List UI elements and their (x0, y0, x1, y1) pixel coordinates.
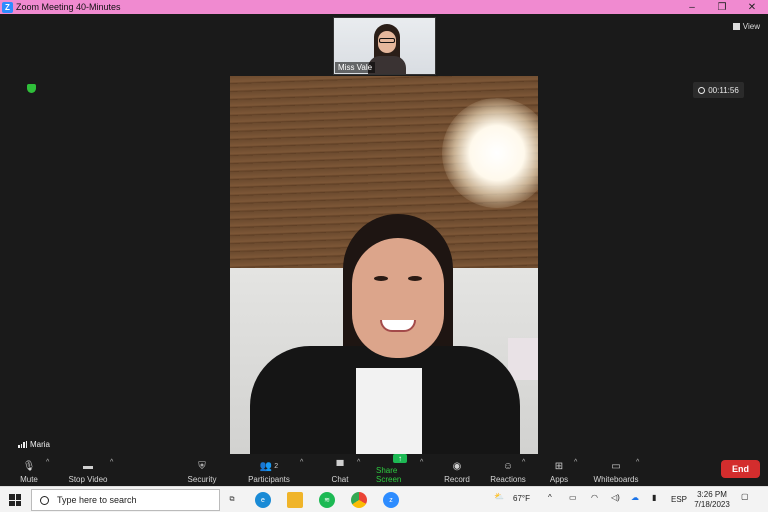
thumbnail-glasses (379, 38, 395, 43)
stop-video-button[interactable]: ▬ Stop Video (66, 456, 110, 485)
whiteboards-options-chevron-icon[interactable]: ^ (636, 459, 639, 466)
spotify-icon[interactable]: ≋ (319, 492, 335, 508)
chat-bubble-icon: ▀ (336, 460, 344, 472)
record-label: Record (444, 475, 470, 484)
participant-name-label: Miss Vale (335, 62, 376, 73)
wifi-icon[interactable]: ◠ (591, 493, 598, 502)
mute-label: Mute (20, 475, 38, 484)
security-label: Security (187, 475, 217, 484)
security-shield-icon[interactable] (27, 84, 36, 93)
language-indicator[interactable]: ESP (671, 495, 687, 504)
taskbar-clock[interactable]: 3:26 PM 7/18/2023 (690, 490, 734, 510)
minimize-button[interactable]: – (680, 0, 704, 14)
share-options-chevron-icon[interactable]: ^ (420, 459, 423, 466)
clock-icon (698, 86, 706, 94)
participants-options-chevron-icon[interactable]: ^ (300, 459, 303, 466)
share-screen-label: Share Screen (376, 466, 402, 484)
participants-label: Participants (248, 475, 290, 484)
view-grid-icon (732, 23, 740, 30)
weather-icon[interactable]: ⛅ (494, 492, 504, 501)
chat-label: Chat (331, 475, 349, 484)
volume-icon[interactable]: ◁) (611, 493, 620, 502)
end-meeting-button[interactable]: End (721, 460, 760, 478)
meeting-timer: 00:11:56 (693, 82, 744, 98)
apps-options-chevron-icon[interactable]: ^ (574, 459, 577, 466)
stop-video-label: Stop Video (68, 475, 108, 484)
search-icon (40, 495, 49, 505)
search-placeholder: Type here to search (57, 495, 137, 505)
taskbar-search-input[interactable]: Type here to search (31, 489, 220, 511)
reactions-label: Reactions (490, 475, 526, 484)
windows-taskbar: Type here to search ⧉ e ≋ z ⛅ 67°F ^ ▭ ◠… (0, 486, 768, 512)
record-button[interactable]: ◉ Record (442, 456, 472, 485)
share-screen-button[interactable]: ↑ Share Screen (376, 454, 424, 484)
microphone-icon: 🎙 (22, 460, 36, 472)
participants-button[interactable]: 👥 2 Participants (246, 456, 292, 485)
window-title: Zoom Meeting 40-Minutes (16, 2, 121, 12)
battery-icon[interactable]: ▭ (569, 493, 577, 502)
audio-options-chevron-icon[interactable]: ^ (46, 459, 49, 466)
tray-overflow-chevron-icon[interactable]: ^ (548, 493, 552, 502)
task-view-icon[interactable]: ⧉ (224, 492, 240, 508)
restore-button[interactable]: ❐ (710, 0, 734, 14)
video-options-chevron-icon[interactable]: ^ (110, 459, 113, 466)
close-button[interactable]: ✕ (740, 0, 764, 14)
timer-text: 00:11:56 (708, 85, 739, 95)
participant-thumbnail[interactable]: Miss Vale (333, 17, 436, 75)
taskbar-date: 7/18/2023 (694, 500, 730, 509)
record-icon: ◉ (452, 460, 462, 472)
meeting-stage: Miss Vale View 00:11:56 Maria (0, 14, 768, 454)
main-speaker-video (230, 76, 538, 454)
view-button-label: View (742, 22, 760, 31)
speaker-shirt (356, 368, 422, 454)
edge-browser-icon[interactable]: e (255, 492, 271, 508)
chat-options-chevron-icon[interactable]: ^ (357, 459, 360, 466)
signal-strength-icon (18, 441, 27, 448)
shield-icon: ⛨ (198, 460, 206, 472)
meeting-toolbar: 🎙 Mute ^ ▬ Stop Video ^ ⛨ Security 👥 2 Pa… (0, 454, 768, 486)
apps-label: Apps (549, 475, 569, 484)
smiley-plus-icon: ☺ (502, 460, 514, 472)
share-screen-icon: ↑ (393, 454, 407, 463)
window-titlebar: Z Zoom Meeting 40-Minutes (0, 0, 768, 14)
zoom-app-icon[interactable]: z (383, 492, 399, 508)
wall-calendar (508, 338, 538, 380)
chrome-browser-icon[interactable] (351, 492, 367, 508)
speaker-face (352, 238, 444, 358)
windows-start-icon[interactable] (9, 494, 21, 506)
speaker-name-tag: Maria (18, 440, 50, 449)
speaker-eye (374, 276, 388, 281)
security-button[interactable]: ⛨ Security (186, 456, 218, 485)
speaker-name: Maria (30, 440, 51, 449)
taskbar-time: 3:26 PM (697, 490, 727, 499)
whiteboards-label: Whiteboards (593, 475, 639, 484)
mute-button[interactable]: 🎙 Mute (18, 456, 40, 485)
reactions-button[interactable]: ☺ Reactions (490, 456, 526, 485)
participants-count: 2 (274, 462, 279, 470)
notifications-icon[interactable]: ▢ (741, 492, 749, 501)
video-camera-icon: ▬ (83, 460, 93, 472)
file-explorer-icon[interactable] (287, 492, 303, 508)
weather-temperature[interactable]: 67°F (513, 494, 530, 503)
apps-grid-icon: ⊞ (554, 460, 564, 472)
apps-button[interactable]: ⊞ Apps (548, 456, 570, 485)
whiteboard-icon: ▭ (611, 460, 621, 472)
chat-button[interactable]: ▀ Chat (330, 456, 350, 485)
speaker-eye (408, 276, 422, 281)
reactions-options-chevron-icon[interactable]: ^ (522, 459, 525, 466)
participants-icon: 👥 2 (259, 460, 279, 472)
microphone-tray-icon[interactable]: ▮ (652, 493, 656, 502)
zoom-logo-icon: Z (2, 1, 13, 13)
onedrive-cloud-icon[interactable]: ☁ (631, 493, 639, 502)
view-button[interactable]: View (732, 22, 760, 31)
whiteboards-button[interactable]: ▭ Whiteboards (592, 456, 640, 485)
